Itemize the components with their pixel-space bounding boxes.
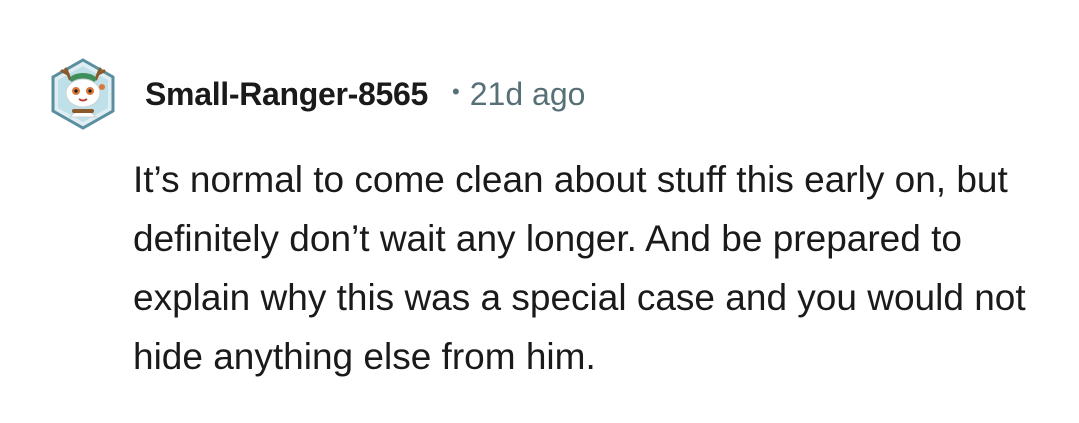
comment-body: It’s normal to come clean about stuff th… — [133, 159, 1026, 377]
username-link[interactable]: Small-Ranger-8565 — [145, 76, 428, 113]
timestamp[interactable]: 21d ago — [470, 76, 586, 113]
snoo-avatar-icon — [51, 58, 115, 130]
separator-dot: • — [452, 79, 460, 104]
comment: Small-Ranger-8565 • 21d ago It’s normal … — [0, 0, 1079, 423]
comment-meta: Small-Ranger-8565 • 21d ago — [145, 74, 585, 114]
user-avatar[interactable] — [50, 57, 116, 131]
